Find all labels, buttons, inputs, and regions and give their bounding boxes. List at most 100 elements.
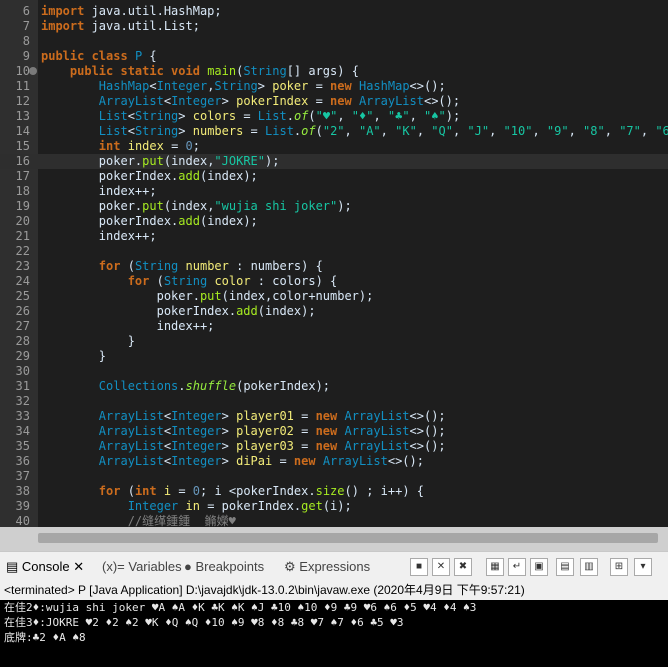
remove-all-icon[interactable]: ✖ (454, 558, 472, 576)
code-line[interactable]: 21 index++; (0, 229, 668, 244)
code-text: ArrayList<Integer> player02 = new ArrayL… (98, 424, 446, 438)
line-number: 7 (22, 19, 30, 33)
code-text: List<String> numbers = List.of("2", "A",… (98, 124, 668, 138)
line-number: 29 (15, 349, 30, 363)
remove-launch-icon[interactable]: ✕ (432, 558, 450, 576)
line-number: 15 (15, 139, 30, 153)
code-text: for (String color : colors) { (127, 274, 338, 288)
tab-expressions[interactable]: ⚙ Expressions (284, 559, 370, 575)
code-line[interactable]: 39 Integer in = pokerIndex.get(i); (0, 499, 668, 514)
code-line[interactable]: 34 ArrayList<Integer> player02 = new Arr… (0, 424, 668, 439)
code-line[interactable]: 27 index++; (0, 319, 668, 334)
code-text: HashMap<Integer,String> poker = new Hash… (98, 79, 446, 93)
line-number: 34 (15, 424, 30, 438)
code-line[interactable]: 26 pokerIndex.add(index); (0, 304, 668, 319)
code-line[interactable]: 18 index++; (0, 184, 668, 199)
line-number: 19 (15, 199, 30, 213)
line-number: 9 (22, 49, 30, 63)
code-line[interactable]: 13 List<String> colors = List.of("♥", "♦… (0, 109, 668, 124)
code-line[interactable]: 28 } (0, 334, 668, 349)
code-line[interactable]: 8 (0, 34, 668, 49)
code-text: Collections.shuffle(pokerIndex); (98, 379, 331, 393)
tab-console[interactable]: ▤ Console ✕ (6, 559, 84, 575)
code-line[interactable]: 30 (0, 364, 668, 379)
console-status: <terminated> P [Java Application] D:\jav… (0, 581, 668, 600)
code-line[interactable]: 29 } (0, 349, 668, 364)
code-line[interactable]: 37 (0, 469, 668, 484)
line-number: 32 (15, 394, 30, 408)
line-number: 6 (22, 4, 30, 18)
code-line[interactable]: 11 HashMap<Integer,String> poker = new H… (0, 79, 668, 94)
pin-console-icon[interactable]: ▣ (530, 558, 548, 576)
open-console-icon[interactable]: ▥ (580, 558, 598, 576)
tab-variables[interactable]: (x)= Variables (102, 559, 182, 574)
line-number: 13 (15, 109, 30, 123)
code-line[interactable]: 6 import java.util.HashMap; (0, 4, 668, 19)
line-number: 8 (22, 34, 30, 48)
code-line[interactable]: 32 (0, 394, 668, 409)
scroll-lock-icon[interactable]: ▦ (486, 558, 504, 576)
view-menu-icon[interactable]: ▾ (634, 558, 652, 576)
line-number: 36 (15, 454, 30, 468)
code-text: poker.put(index,"wujia shi joker"); (41, 199, 352, 213)
line-number: 23 (15, 259, 30, 273)
line-number: 37 (15, 469, 30, 483)
code-line[interactable]: 40 //缝缂鍾鍾 鏅嬫♥ (0, 514, 668, 527)
code-editor[interactable]: 6 import java.util.HashMap; 7 import java.u… (0, 0, 668, 527)
code-text: List<String> colors = List.of("♥", "♦", … (98, 109, 461, 123)
line-number: 20 (15, 214, 30, 228)
code-line[interactable]: 25 poker.put(index,color+number); (0, 289, 668, 304)
code-text: ArrayList<Integer> player01 = new ArrayL… (98, 409, 446, 423)
new-console-icon[interactable]: ⊞ (610, 558, 628, 576)
code-text: } (41, 334, 135, 348)
code-text: ArrayList<Integer> pokerIndex = new Arra… (98, 94, 461, 108)
line-number: 22 (15, 244, 30, 258)
line-number: 40 (15, 514, 30, 527)
display-console-icon[interactable]: ▤ (556, 558, 574, 576)
line-number: 14 (15, 124, 30, 138)
fold-marker-icon[interactable] (29, 67, 37, 75)
word-wrap-icon[interactable]: ↵ (508, 558, 526, 576)
line-number: 21 (15, 229, 30, 243)
code-text: for (String number : numbers) { (98, 259, 323, 273)
code-line[interactable]: 31 Collections.shuffle(pokerIndex); (0, 379, 668, 394)
code-line[interactable]: 16 poker.put(index,"JOKRE"); (0, 154, 668, 169)
code-line[interactable]: 23 for (String number : numbers) { (0, 259, 668, 274)
code-line[interactable]: 22 (0, 244, 668, 259)
horizontal-scrollbar[interactable] (0, 527, 668, 551)
scrollbar-thumb[interactable] (38, 533, 658, 543)
code-line[interactable]: 7 import java.util.List; (0, 19, 668, 34)
code-text: poker.put(index,"JOKRE"); (41, 154, 280, 168)
code-text: pokerIndex.add(index); (41, 304, 316, 318)
tab-breakpoints-label: Breakpoints (195, 559, 265, 574)
terminate-icon[interactable]: ■ (410, 558, 428, 576)
code-line[interactable]: 33 ArrayList<Integer> player01 = new Arr… (0, 409, 668, 424)
code-line[interactable]: 35 ArrayList<Integer> player03 = new Arr… (0, 439, 668, 454)
code-line[interactable]: 14 List<String> numbers = List.of("2", "… (0, 124, 668, 139)
code-line[interactable]: 10 public static void main(String[] args… (0, 64, 668, 79)
code-line[interactable]: 9 public class P { (0, 49, 668, 64)
code-line[interactable]: 38 for (int i = 0; i <pokerIndex.size() … (0, 484, 668, 499)
code-text: pokerIndex.add(index); (41, 214, 258, 228)
code-line[interactable]: 12 ArrayList<Integer> pokerIndex = new A… (0, 94, 668, 109)
code-line[interactable]: 36 ArrayList<Integer> diPai = new ArrayL… (0, 454, 668, 469)
code-text: //缝缂鍾鍾 鏅嬫♥ (127, 514, 236, 527)
line-number: 12 (15, 94, 30, 108)
code-text: ArrayList<Integer> player03 = new ArrayL… (98, 439, 446, 453)
code-text: poker.put(index,color+number); (41, 289, 374, 303)
code-text: ArrayList<Integer> diPai = new ArrayList… (98, 454, 424, 468)
code-line[interactable]: 24 for (String color : colors) { (0, 274, 668, 289)
line-number: 38 (15, 484, 30, 498)
line-number: 17 (15, 169, 30, 183)
code-line[interactable]: 15 int index = 0; (0, 139, 668, 154)
code-text: int index = 0; (98, 139, 200, 153)
code-text: import java.util.List; (41, 19, 200, 33)
line-number: 24 (15, 274, 30, 288)
code-text: } (41, 349, 107, 363)
code-line[interactable]: 20 pokerIndex.add(index); (0, 214, 668, 229)
tab-breakpoints[interactable]: ● Breakpoints (184, 559, 264, 574)
code-line[interactable]: 17 pokerIndex.add(index); (0, 169, 668, 184)
line-number: 30 (15, 364, 30, 378)
console-line-1: 在佳2♦:wujia shi joker ♥A ♠A ♦K ♣K ♠K ♠J ♣… (4, 601, 477, 614)
code-line[interactable]: 19 poker.put(index,"wujia shi joker"); (0, 199, 668, 214)
